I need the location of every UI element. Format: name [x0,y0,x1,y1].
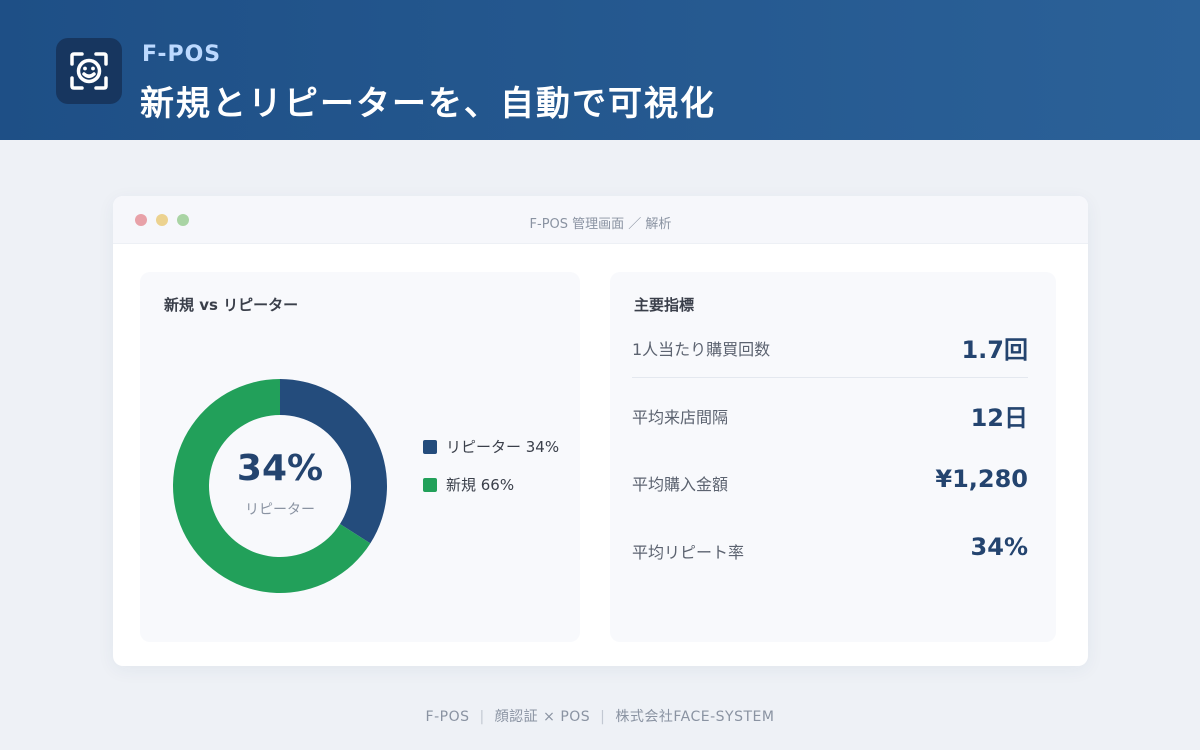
metric-value: 12日 [970,404,1028,432]
legend-label-new: 新規 66% [446,476,515,494]
metric-value: 1.7回 [961,336,1028,364]
metric-row-repeat-rate: 平均リピート率 34% [632,521,1028,581]
metric-row-purchase-count: 1人当たり購買回数 1.7回 [632,318,1028,378]
legend-item-repeater: リピーター 34% [423,436,559,457]
metric-value: ¥1,280 [935,465,1028,493]
key-metrics-panel: 主要指標 1人当たり購買回数 1.7回 平均来店間隔 12日 平均購入金額 ¥1… [610,272,1056,642]
footer-brand: F-POS [425,709,470,725]
footer-company: 株式会社FACE-SYSTEM [615,709,775,725]
donut-chart: 34% リピーター [172,379,387,593]
footer-separator: | [479,709,485,725]
metric-label: 平均購入金額 [632,475,729,494]
legend-swatch-repeater [423,440,437,454]
metric-row-average-spend: 平均購入金額 ¥1,280 [632,453,1028,513]
window-titlebar: F-POS 管理画面 ／ 解析 [113,196,1088,244]
donut-center-label: リピーター [245,502,315,518]
legend-label-repeater: リピーター 34% [446,438,560,456]
brand-name: F-POS [142,42,222,67]
new-vs-repeater-panel: 新規 vs リピーター 34% リピーター リピーター 34% 新規 66% [140,272,580,642]
legend-item-new: 新規 66% [423,474,514,495]
page-headline: 新規とリピーターを、自動で可視化 [140,84,716,124]
metric-row-visit-interval: 平均来店間隔 12日 [632,386,1028,446]
face-recognition-icon [56,38,122,104]
metric-label: 平均来店間隔 [632,408,729,427]
window-title: F-POS 管理画面 ／ 解析 [529,217,672,232]
chart-panel-title: 新規 vs リピーター [164,296,299,314]
metric-value: 34% [970,533,1028,561]
footer: F-POS | 顔認証 × POS | 株式会社FACE-SYSTEM [0,706,1200,726]
legend-swatch-new [423,478,437,492]
footer-separator: | [600,709,606,725]
footer-tagline: 顔認証 × POS [494,709,591,725]
admin-window: F-POS 管理画面 ／ 解析 新規 vs リピーター 34% リピーター リピ… [113,196,1088,666]
metrics-panel-title: 主要指標 [634,296,695,314]
metric-label: 1人当たり購買回数 [632,340,771,359]
donut-center-value: 34% [237,448,323,489]
metric-label: 平均リピート率 [632,543,745,562]
header-banner: F-POS 新規とリピーターを、自動で可視化 [0,0,1200,140]
